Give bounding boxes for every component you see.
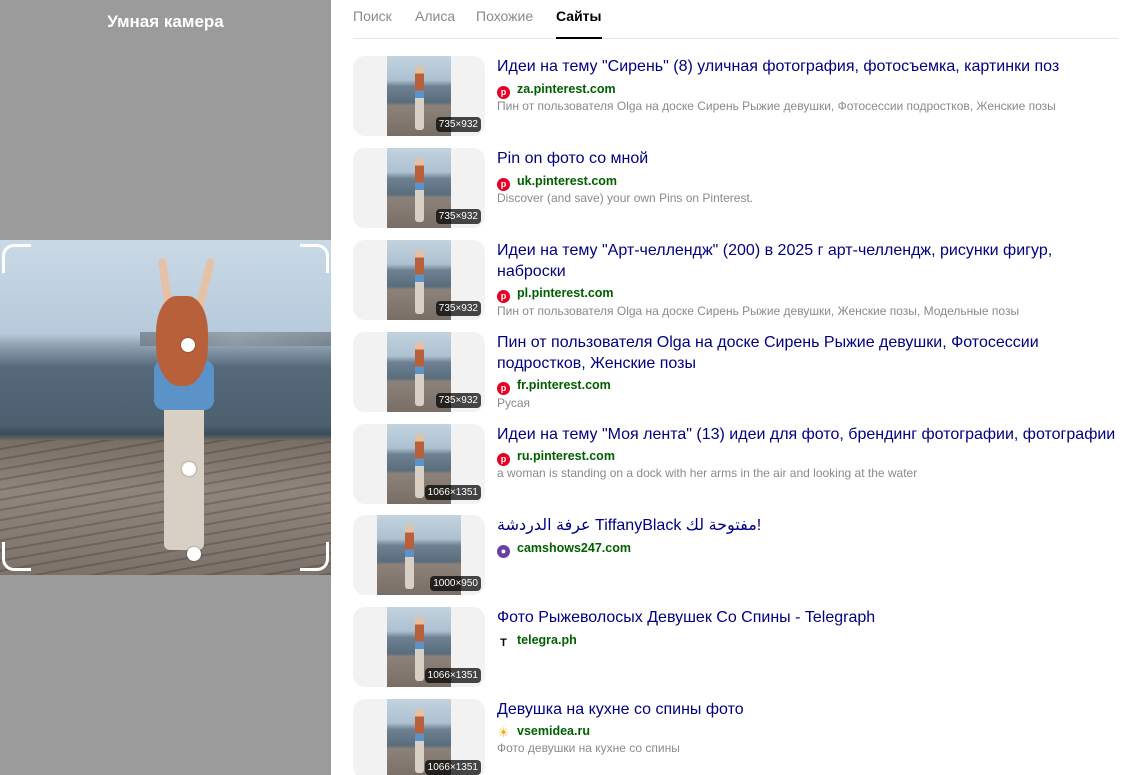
image-size-badge: 1066×1351 <box>424 668 481 683</box>
result-thumbnail[interactable]: 735×932 <box>353 56 485 136</box>
object-marker-dot[interactable] <box>181 338 195 352</box>
object-marker-dot[interactable] <box>187 547 201 561</box>
photo-person <box>140 250 230 570</box>
result-description: Фото девушки на кухне со спины <box>497 741 680 755</box>
result-thumbnail[interactable]: 1000×950 <box>353 515 485 595</box>
image-size-badge: 735×932 <box>435 393 481 408</box>
result-thumbnail[interactable]: 735×932 <box>353 332 485 412</box>
pinterest-icon: p <box>497 290 510 303</box>
result-site-link[interactable]: Ttelegra.ph <box>497 632 577 650</box>
result-title-link[interactable]: Пин от пользователя Olga на доске Сирень… <box>497 332 1117 374</box>
tab-search[interactable]: Поиск <box>353 8 392 37</box>
result-title-link[interactable]: Идеи на тему "Моя лента" (13) идеи для ф… <box>497 424 1117 445</box>
result-title-link[interactable]: Идеи на тему "Сирень" (8) уличная фотогр… <box>497 56 1117 77</box>
camshows-icon: ● <box>497 545 510 558</box>
result-item[interactable]: 735×932 Идеи на тему "Арт-челлендж" (200… <box>353 240 1123 324</box>
result-thumbnail[interactable]: 1066×1351 <box>353 699 485 775</box>
result-title-link[interactable]: عرفة الدردشة TiffanyBlack مفتوحة لك! <box>497 515 1117 536</box>
result-item[interactable]: 1066×1351 Фото Рыжеволосых Девушек Со Сп… <box>353 607 1123 691</box>
result-title-link[interactable]: Идеи на тему "Арт-челлендж" (200) в 2025… <box>497 240 1117 282</box>
result-site-link[interactable]: p uk.pinterest.com <box>497 173 617 191</box>
result-item[interactable]: 735×932 Идеи на тему "Сирень" (8) улична… <box>353 56 1123 140</box>
result-item[interactable]: 1066×1351 Девушка на кухне со спины фото… <box>353 699 1123 775</box>
image-size-badge: 735×932 <box>435 301 481 316</box>
result-site-link[interactable]: p fr.pinterest.com <box>497 377 611 395</box>
crop-corner-top-right[interactable] <box>300 244 329 273</box>
tab-alice[interactable]: Алиса <box>415 8 455 37</box>
result-item[interactable]: 735×932 Пин от пользователя Olga на доск… <box>353 332 1123 416</box>
image-size-badge: 735×932 <box>435 209 481 224</box>
result-title-link[interactable]: Девушка на кухне со спины фото <box>497 699 1117 720</box>
result-description: Пин от пользователя Olga на доске Сирень… <box>497 304 1020 318</box>
object-marker-dot[interactable] <box>182 462 196 476</box>
result-site-link[interactable]: ● camshows247.com <box>497 540 631 558</box>
pinterest-icon: p <box>497 382 510 395</box>
query-photo[interactable] <box>0 240 331 575</box>
result-site-link[interactable]: p pl.pinterest.com <box>497 285 614 303</box>
crop-corner-bottom-right[interactable] <box>300 542 329 571</box>
image-size-badge: 1000×950 <box>430 576 481 591</box>
result-item[interactable]: 735×932 Pin on фото со мной p uk.pinteres… <box>353 148 1123 232</box>
smart-camera-panel: Умная камера <box>0 0 331 775</box>
sun-icon: ☀ <box>497 725 510 740</box>
result-site-link[interactable]: p ru.pinterest.com <box>497 448 615 466</box>
smart-camera-title: Умная камера <box>107 12 224 31</box>
result-thumbnail[interactable]: 1066×1351 <box>353 424 485 504</box>
tab-sites[interactable]: Сайты <box>556 8 602 39</box>
result-thumbnail[interactable]: 1066×1351 <box>353 607 485 687</box>
image-size-badge: 1066×1351 <box>424 485 481 500</box>
result-item[interactable]: 1066×1351 Идеи на тему "Моя лента" (13) … <box>353 424 1123 508</box>
result-thumbnail[interactable]: 735×932 <box>353 240 485 320</box>
tab-similar[interactable]: Похожие <box>476 8 533 37</box>
result-description: Русая <box>497 396 531 410</box>
telegraph-icon: T <box>500 637 507 649</box>
result-description: Discover (and save) your own Pins on Pin… <box>497 191 754 205</box>
result-description: Пин от пользователя Olga на доске Сирень… <box>497 99 1056 113</box>
results-tabs: Поиск Алиса Похожие Сайты <box>353 0 1118 39</box>
crop-corner-bottom-left[interactable] <box>2 542 31 571</box>
result-title-link[interactable]: Фото Рыжеволосых Девушек Со Спины - Tele… <box>497 607 1117 628</box>
result-site-link[interactable]: p za.pinterest.com <box>497 81 616 99</box>
result-thumbnail[interactable]: 735×932 <box>353 148 485 228</box>
image-size-badge: 735×932 <box>435 117 481 132</box>
image-size-badge: 1066×1351 <box>424 760 481 775</box>
result-description: a woman is standing on a dock with her a… <box>497 466 918 480</box>
result-item[interactable]: 1000×950 عرفة الدردشة TiffanyBlack مفتوح… <box>353 515 1123 599</box>
result-title-link[interactable]: Pin on фото со мной <box>497 148 1117 169</box>
result-site-link[interactable]: ☀ vsemidea.ru <box>497 723 590 739</box>
results-panel: Поиск Алиса Похожие Сайты 735×932 Идеи н… <box>341 0 1131 775</box>
crop-corner-top-left[interactable] <box>2 244 31 273</box>
